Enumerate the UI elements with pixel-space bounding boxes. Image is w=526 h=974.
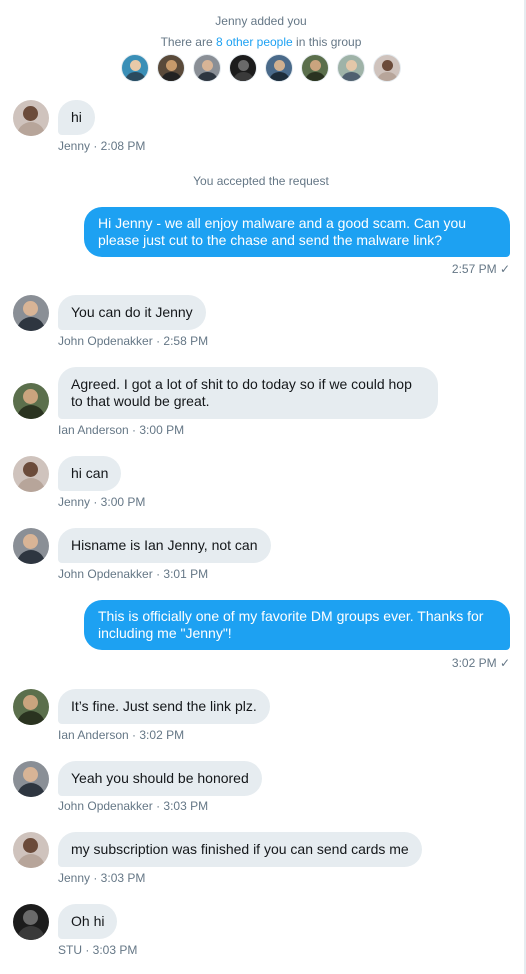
message-bubble: Hisname is Ian Jenny, not can xyxy=(58,528,271,563)
message-meta: Ian Anderson · 3:02 PM xyxy=(58,728,185,742)
group-member-avatar[interactable] xyxy=(229,54,257,82)
group-avatar-row xyxy=(0,54,522,82)
message-bubble: Oh hi xyxy=(58,904,118,939)
members-prefix: There are xyxy=(160,35,216,49)
group-member-avatar[interactable] xyxy=(337,54,365,82)
jenny-avatar[interactable] xyxy=(13,456,49,492)
message-bubble: You can do it Jenny xyxy=(58,295,206,330)
group-member-avatar[interactable] xyxy=(265,54,293,82)
sent-message-bubble: Hi Jenny - we all enjoy malware and a go… xyxy=(84,207,510,257)
message-bubble: hi can xyxy=(58,456,122,491)
read-check-icon: ✓ xyxy=(499,656,510,670)
message-meta: STU · 3:03 PM xyxy=(58,943,138,957)
group-members-notice: There are 8 other people in this group xyxy=(0,35,522,49)
members-suffix: in this group xyxy=(292,35,362,49)
added-notice: Jenny added you xyxy=(215,14,307,28)
group-member-avatar[interactable] xyxy=(193,54,221,82)
read-check-icon: ✓ xyxy=(499,262,510,276)
accepted-notice: You accepted the request xyxy=(193,174,329,188)
message-bubble: It’s fine. Just send the link plz. xyxy=(58,689,270,724)
message-meta: John Opdenakker · 3:03 PM xyxy=(58,799,209,813)
other-people-link[interactable]: 8 other people xyxy=(216,35,293,49)
group-member-avatar[interactable] xyxy=(157,54,185,82)
message-meta: Jenny · 3:03 PM xyxy=(58,871,146,885)
message-meta: Ian Anderson · 3:00 PM xyxy=(58,423,185,437)
sent-message-meta: 3:02 PM ✓ xyxy=(452,656,510,670)
message-bubble: Agreed. I got a lot of shit to do today … xyxy=(58,367,438,419)
message-meta: John Opdenakker · 2:58 PM xyxy=(58,334,209,348)
message-bubble: hi xyxy=(58,100,95,135)
ian-avatar[interactable] xyxy=(13,689,49,725)
sent-message-bubble: This is officially one of my favorite DM… xyxy=(84,600,510,650)
jenny-avatar[interactable] xyxy=(13,832,49,868)
group-member-avatar[interactable] xyxy=(373,54,401,82)
john-avatar[interactable] xyxy=(13,761,49,797)
john-avatar[interactable] xyxy=(13,295,49,331)
jenny-avatar[interactable] xyxy=(13,100,49,136)
ian-avatar[interactable] xyxy=(13,383,49,419)
sent-time: 3:02 PM xyxy=(451,656,497,670)
message-bubble: Yeah you should be honored xyxy=(58,761,262,796)
john-avatar[interactable] xyxy=(13,528,49,564)
sent-message-meta: 2:57 PM ✓ xyxy=(452,262,510,276)
message-meta: Jenny · 3:00 PM xyxy=(58,495,146,509)
group-member-avatar[interactable] xyxy=(301,54,329,82)
stu-avatar[interactable] xyxy=(13,904,49,940)
sent-time: 2:57 PM xyxy=(451,262,497,276)
message-meta: Jenny · 2:08 PM xyxy=(58,139,146,153)
message-bubble: my subscription was finished if you can … xyxy=(58,832,422,867)
message-meta: John Opdenakker · 3:01 PM xyxy=(58,567,209,581)
group-member-avatar[interactable] xyxy=(121,54,149,82)
